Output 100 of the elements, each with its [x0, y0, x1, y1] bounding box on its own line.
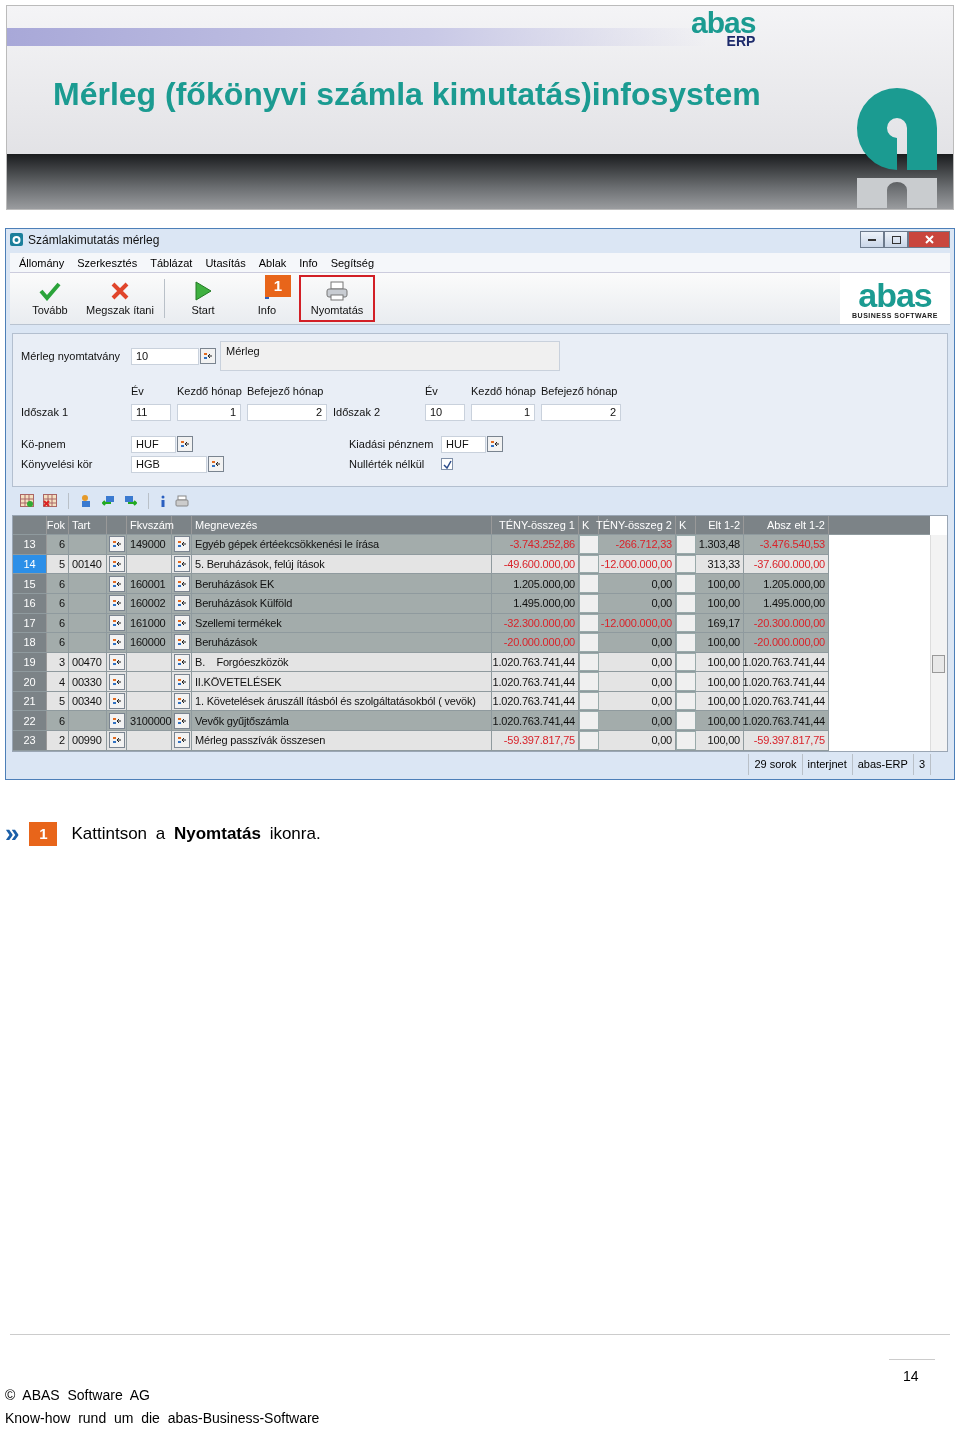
bullet-marker: »: [5, 818, 20, 849]
row-number[interactable]: 22: [13, 711, 47, 731]
window-title: Számlakimutatás mérleg: [28, 232, 160, 247]
cell-button[interactable]: [676, 633, 696, 652]
step-badge: 1: [265, 274, 291, 297]
input-field[interactable]: HUF: [131, 435, 176, 453]
delete-row-icon[interactable]: [43, 494, 57, 508]
row-number[interactable]: 23: [13, 731, 47, 750]
table-cell: 1.020.763.741,44: [744, 672, 829, 691]
lookup-button[interactable]: [108, 693, 125, 710]
lookup-button[interactable]: [173, 536, 190, 553]
cell-button[interactable]: [579, 535, 599, 554]
menu-item[interactable]: Ablak: [258, 256, 287, 269]
lookup-button[interactable]: [108, 673, 125, 690]
menu-item[interactable]: Segítség: [330, 256, 375, 269]
cell-button[interactable]: [579, 574, 599, 593]
toolbar-button[interactable]: Nyomtatás: [299, 274, 375, 323]
cell-button[interactable]: [676, 731, 696, 750]
lookup-icon: [111, 735, 122, 746]
table-cell: Vevők gyűjtőszámla: [192, 711, 492, 731]
column-header: Megnevezés: [192, 515, 492, 535]
lookup-icon: [111, 715, 122, 726]
lookup-button[interactable]: [173, 673, 190, 690]
close-button[interactable]: [908, 231, 950, 249]
input-field[interactable]: 2: [541, 403, 621, 421]
user-icon[interactable]: [80, 494, 93, 508]
check-icon: [39, 281, 61, 301]
table-cell: 6: [47, 593, 69, 613]
checkbox[interactable]: [441, 458, 453, 471]
lookup-icon: [490, 439, 500, 450]
lookup-button[interactable]: [173, 654, 190, 670]
table-cell: 2: [47, 731, 69, 750]
cell-button[interactable]: [676, 711, 696, 731]
copyright-text: © ABAS Software AG: [5, 1386, 151, 1405]
printer-icon[interactable]: [175, 494, 189, 507]
input-field[interactable]: HUF: [441, 435, 486, 453]
page-number: 14: [889, 1359, 935, 1384]
input-field[interactable]: 1: [471, 403, 535, 421]
toolbar-button[interactable]: Megszak ítani: [82, 274, 158, 323]
minimize-button[interactable]: [860, 231, 884, 249]
table-cell: 6: [47, 613, 69, 633]
table-cell: 5: [47, 554, 69, 574]
lookup-button[interactable]: [173, 614, 190, 631]
lookup-icon: [176, 657, 187, 667]
lookup-button[interactable]: [108, 732, 125, 749]
lookup-button[interactable]: [108, 536, 125, 553]
cell-button[interactable]: [579, 672, 599, 691]
lookup-button[interactable]: [200, 348, 216, 365]
logo-word: abas: [858, 278, 932, 312]
toolbar-button[interactable]: Tovább: [18, 274, 82, 323]
logo-subtitle: ERP: [726, 34, 756, 48]
input-field[interactable]: 1: [177, 403, 241, 421]
lookup-button[interactable]: [487, 436, 503, 453]
cell-button[interactable]: [579, 633, 599, 652]
lookup-button[interactable]: [173, 712, 190, 729]
lookup-button[interactable]: [108, 595, 125, 612]
arrow-left-icon[interactable]: [102, 494, 115, 508]
lookup-button[interactable]: [108, 614, 125, 631]
menu-item[interactable]: Szerkesztés: [77, 256, 138, 269]
table-cell: -3.476.540,53: [744, 535, 829, 554]
menu-item[interactable]: Állomány: [19, 256, 65, 269]
lookup-button[interactable]: [108, 654, 125, 670]
lookup-button[interactable]: [173, 556, 190, 573]
cell-button[interactable]: [676, 672, 696, 691]
row-number[interactable]: 15: [13, 574, 47, 593]
input-field[interactable]: 10: [131, 347, 199, 365]
lookup-button[interactable]: [108, 556, 125, 573]
maximize-button[interactable]: [884, 231, 908, 249]
input-field[interactable]: 10: [425, 403, 465, 421]
cell-button[interactable]: [579, 731, 599, 750]
row-number[interactable]: 20: [13, 672, 47, 691]
cell-button[interactable]: [676, 535, 696, 554]
lookup-button[interactable]: [173, 732, 190, 749]
cell-button[interactable]: [579, 711, 599, 731]
lookup-button[interactable]: [173, 693, 190, 710]
menu-item[interactable]: Info: [299, 256, 318, 269]
lookup-button[interactable]: [177, 436, 193, 453]
status-text: 29 sorok: [748, 753, 802, 775]
table-cell: 5. Beruházások, felúj ítások: [192, 554, 492, 574]
status-text: 3: [912, 753, 930, 775]
menu-item[interactable]: Táblázat: [150, 256, 193, 269]
scrollbar[interactable]: [930, 534, 947, 751]
lookup-button[interactable]: [108, 634, 125, 651]
lookup-button[interactable]: [208, 456, 224, 473]
menu-item[interactable]: Utasítás: [205, 256, 246, 269]
toolbar-button[interactable]: Start: [171, 274, 235, 323]
lookup-button[interactable]: [108, 712, 125, 729]
input-field[interactable]: HGB: [131, 455, 207, 473]
row-number[interactable]: 18: [13, 633, 47, 652]
input-field[interactable]: 2: [247, 403, 327, 421]
add-row-icon[interactable]: [20, 494, 34, 508]
row-number[interactable]: 13: [13, 535, 47, 554]
lookup-button[interactable]: [108, 575, 125, 592]
info-icon[interactable]: [160, 494, 166, 507]
arrow-right-icon[interactable]: [124, 494, 137, 508]
lookup-button[interactable]: [173, 634, 190, 651]
cell-button[interactable]: [676, 574, 696, 593]
lookup-button[interactable]: [173, 575, 190, 592]
lookup-button[interactable]: [173, 595, 190, 612]
input-field[interactable]: 11: [131, 403, 171, 421]
